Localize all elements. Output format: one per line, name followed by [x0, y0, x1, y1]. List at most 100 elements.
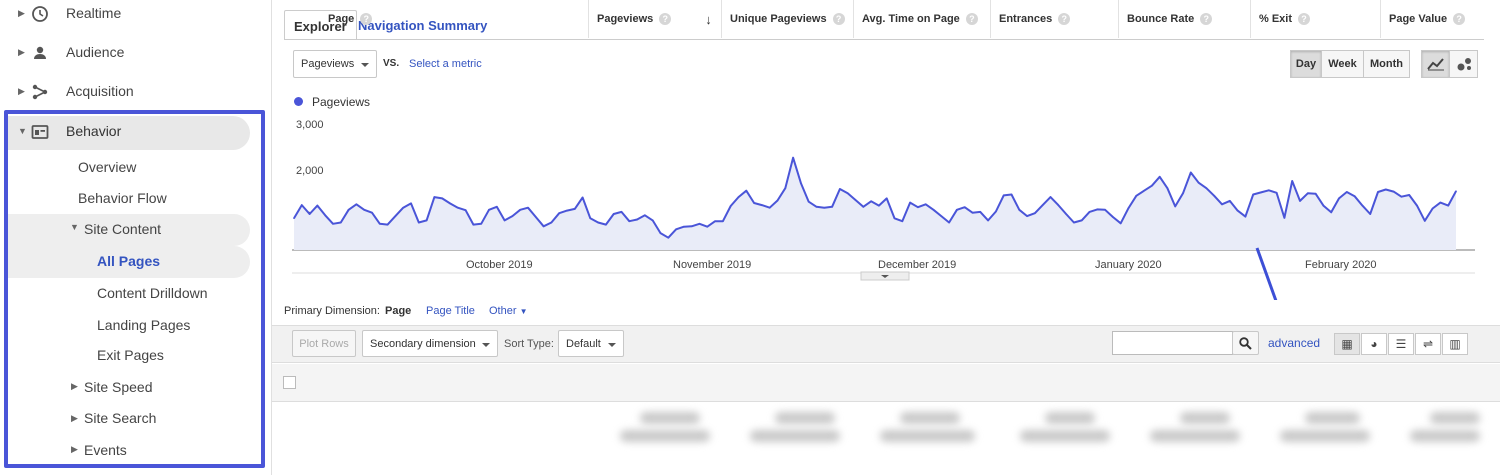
data-point[interactable]	[1010, 193, 1013, 196]
data-point[interactable]	[355, 203, 358, 206]
data-point[interactable]	[316, 204, 319, 207]
data-point[interactable]	[1073, 221, 1075, 224]
data-point[interactable]	[527, 206, 529, 209]
data-point[interactable]	[932, 208, 935, 211]
data-point[interactable]	[1158, 175, 1161, 178]
data-point[interactable]	[1299, 200, 1301, 202]
data-point[interactable]	[1291, 180, 1294, 182]
data-point[interactable]	[675, 228, 677, 231]
data-point[interactable]	[472, 223, 475, 226]
data-point[interactable]	[566, 209, 568, 212]
data-point[interactable]	[620, 211, 623, 213]
data-point[interactable]	[1174, 205, 1177, 208]
advanced-link[interactable]: advanced	[1268, 336, 1320, 350]
data-point[interactable]	[722, 220, 724, 223]
data-point[interactable]	[698, 222, 701, 225]
data-point[interactable]	[761, 204, 763, 206]
data-point[interactable]	[1135, 195, 1138, 197]
data-point[interactable]	[636, 218, 638, 221]
data-point[interactable]	[1221, 203, 1223, 206]
data-point[interactable]	[1416, 204, 1418, 207]
data-point[interactable]	[605, 223, 607, 226]
data-point[interactable]	[324, 214, 326, 217]
data-point[interactable]	[862, 206, 865, 208]
data-point[interactable]	[1096, 208, 1099, 211]
data-point[interactable]	[823, 206, 826, 209]
column-entrances[interactable]: Entrances?	[990, 0, 1118, 38]
data-point[interactable]	[792, 156, 794, 159]
data-point[interactable]	[363, 208, 365, 211]
data-point[interactable]	[519, 208, 521, 211]
data-point[interactable]	[378, 222, 381, 225]
plot-rows-button[interactable]: Plot Rows	[292, 330, 356, 357]
data-point[interactable]	[885, 197, 888, 200]
data-point[interactable]	[1439, 201, 1442, 204]
column-page[interactable]: Page?	[306, 0, 590, 38]
data-point[interactable]	[690, 225, 693, 228]
data-point[interactable]	[1213, 195, 1216, 197]
data-point[interactable]	[846, 192, 849, 195]
data-point[interactable]	[963, 206, 966, 209]
data-point[interactable]	[581, 196, 584, 199]
dimension-other[interactable]: Other ▼	[489, 305, 528, 317]
data-point[interactable]	[714, 220, 716, 223]
performance-view-button[interactable]: ☰	[1388, 333, 1414, 355]
data-point[interactable]	[480, 222, 482, 225]
data-point[interactable]	[745, 189, 748, 192]
column-avg-time[interactable]: Avg. Time on Page?	[853, 0, 990, 38]
data-point[interactable]	[612, 213, 615, 215]
data-point[interactable]	[1190, 171, 1192, 174]
data-point[interactable]	[1322, 204, 1325, 207]
search-button[interactable]	[1232, 331, 1259, 355]
data-point[interactable]	[1408, 194, 1411, 196]
data-point[interactable]	[1346, 191, 1348, 193]
data-point[interactable]	[1252, 193, 1255, 196]
secondary-dimension-select[interactable]: Secondary dimension	[362, 330, 498, 357]
data-point[interactable]	[1330, 211, 1333, 214]
data-point[interactable]	[940, 215, 943, 217]
data-point[interactable]	[1143, 189, 1145, 192]
data-point[interactable]	[909, 201, 911, 204]
data-point[interactable]	[870, 200, 872, 203]
data-point[interactable]	[784, 187, 787, 189]
data-point[interactable]	[924, 203, 927, 206]
data-point[interactable]	[776, 199, 779, 202]
data-point[interactable]	[1353, 195, 1356, 198]
data-point[interactable]	[893, 217, 896, 220]
column-unique-pageviews[interactable]: Unique Pageviews?	[721, 0, 853, 38]
data-point[interactable]	[1182, 192, 1184, 195]
data-point[interactable]	[948, 221, 950, 224]
column-pageviews[interactable]: Pageviews? ↓	[588, 0, 721, 38]
data-point[interactable]	[293, 217, 295, 220]
data-point[interactable]	[488, 208, 490, 211]
data-point[interactable]	[558, 212, 560, 214]
data-point[interactable]	[1119, 222, 1122, 225]
data-point[interactable]	[878, 204, 880, 207]
data-point[interactable]	[737, 196, 740, 198]
data-point[interactable]	[1447, 204, 1450, 207]
data-point[interactable]	[1431, 207, 1434, 210]
data-point[interactable]	[644, 214, 646, 217]
data-point[interactable]	[1127, 207, 1130, 209]
table-search-input[interactable]	[1112, 331, 1233, 355]
data-point[interactable]	[417, 221, 420, 224]
data-point[interactable]	[917, 206, 919, 209]
data-point[interactable]	[659, 232, 662, 234]
data-point[interactable]	[386, 223, 389, 226]
data-point[interactable]	[371, 211, 373, 214]
data-point[interactable]	[800, 182, 802, 184]
data-point[interactable]	[1361, 204, 1364, 207]
dimension-page-title[interactable]: Page Title	[426, 305, 475, 317]
data-point[interactable]	[1275, 192, 1278, 194]
data-point[interactable]	[347, 208, 350, 211]
data-point[interactable]	[729, 205, 732, 207]
data-point[interactable]	[332, 222, 334, 225]
data-point[interactable]	[807, 200, 810, 203]
data-point[interactable]	[1166, 187, 1169, 189]
data-point[interactable]	[854, 199, 857, 201]
data-point[interactable]	[1041, 204, 1044, 206]
data-point[interactable]	[402, 206, 404, 209]
data-point[interactable]	[308, 213, 311, 215]
data-point[interactable]	[495, 206, 498, 208]
data-point[interactable]	[753, 202, 755, 204]
